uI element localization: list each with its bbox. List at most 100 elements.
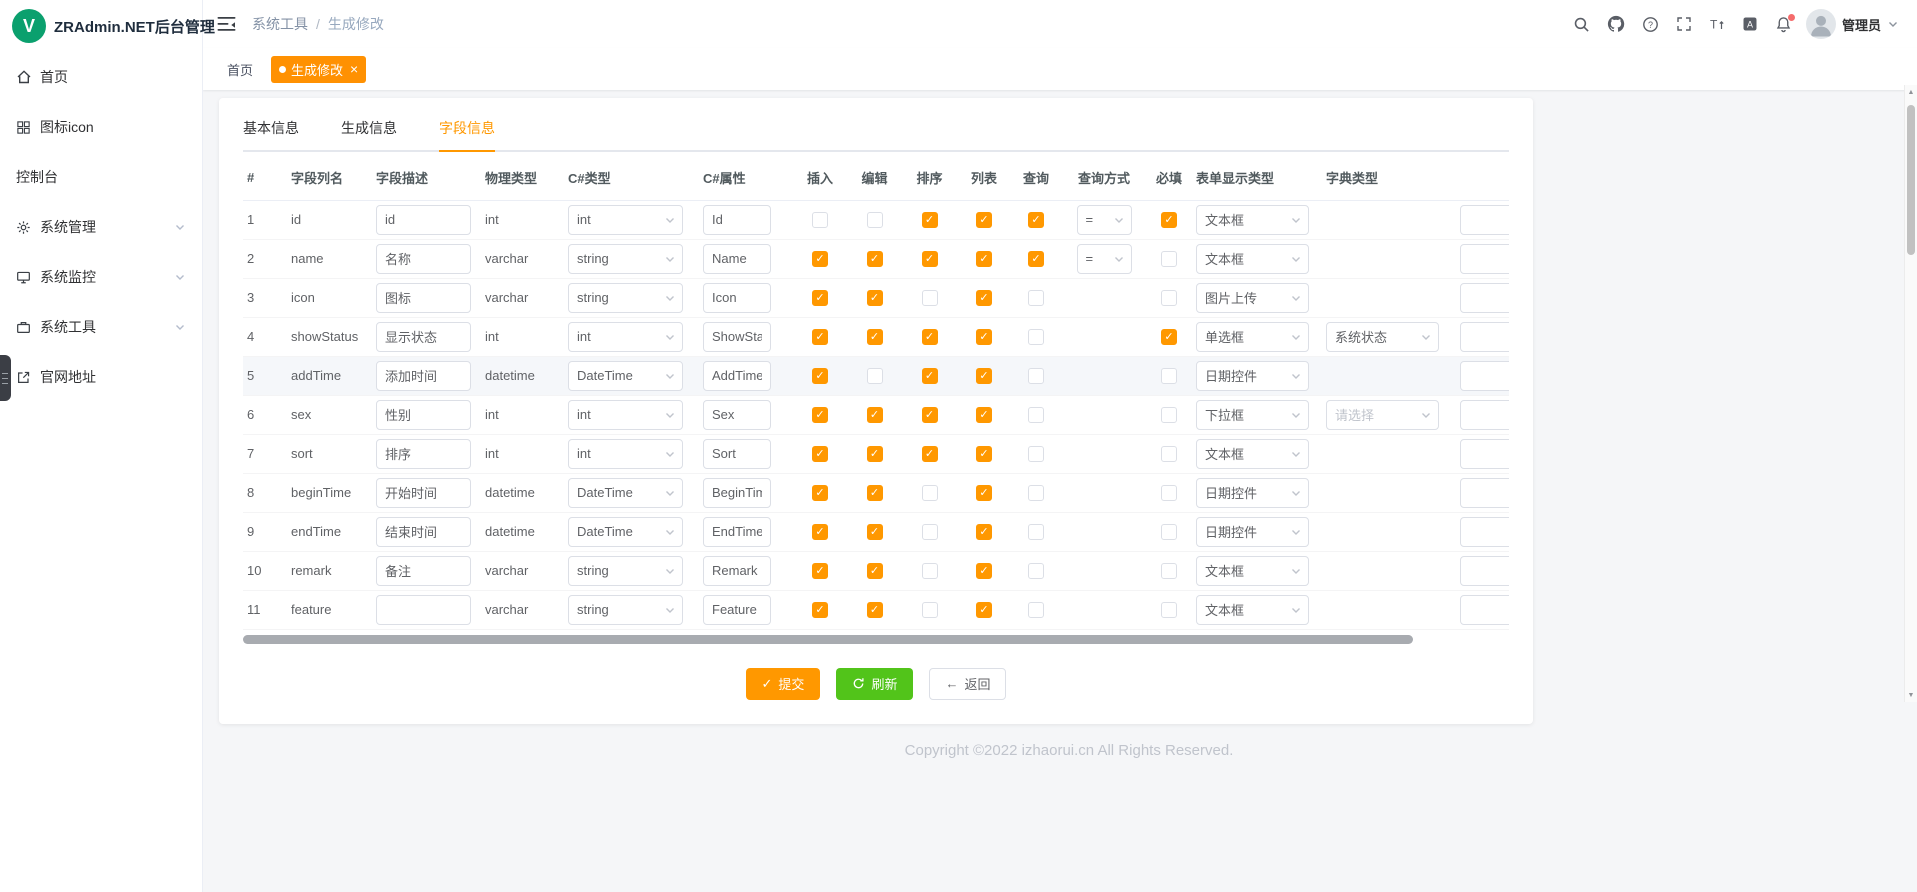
required-checkbox[interactable]: ✓ xyxy=(1161,212,1177,228)
display-type-select[interactable]: 文本框 xyxy=(1196,556,1309,586)
list-checkbox[interactable]: ✓ xyxy=(976,485,992,501)
cs-property-input[interactable] xyxy=(703,595,771,625)
extra-input[interactable] xyxy=(1460,439,1509,469)
query-checkbox[interactable] xyxy=(1028,485,1044,501)
extra-input[interactable] xyxy=(1460,283,1509,313)
cs-type-select[interactable]: int xyxy=(568,439,683,469)
list-checkbox[interactable]: ✓ xyxy=(976,524,992,540)
extra-input[interactable] xyxy=(1460,244,1509,274)
extra-input[interactable] xyxy=(1460,361,1509,391)
insert-checkbox[interactable]: ✓ xyxy=(812,446,828,462)
query-checkbox[interactable] xyxy=(1028,407,1044,423)
cs-type-select[interactable]: string xyxy=(568,595,683,625)
sidebar-item[interactable]: 系统工具 xyxy=(0,302,202,352)
column-desc-input[interactable] xyxy=(376,517,471,547)
extra-input[interactable] xyxy=(1460,322,1509,352)
sidebar-item[interactable]: 图标icon xyxy=(0,102,202,152)
cs-property-input[interactable] xyxy=(703,244,771,274)
column-desc-input[interactable] xyxy=(376,400,471,430)
list-checkbox[interactable]: ✓ xyxy=(976,602,992,618)
required-checkbox[interactable] xyxy=(1161,446,1177,462)
fullscreen-icon[interactable] xyxy=(1676,16,1692,32)
required-checkbox[interactable]: ✓ xyxy=(1161,329,1177,345)
edit-checkbox[interactable]: ✓ xyxy=(867,485,883,501)
column-desc-input[interactable] xyxy=(376,439,471,469)
column-desc-input[interactable] xyxy=(376,595,471,625)
required-checkbox[interactable] xyxy=(1161,524,1177,540)
cs-property-input[interactable] xyxy=(703,283,771,313)
insert-checkbox[interactable]: ✓ xyxy=(812,368,828,384)
github-icon[interactable] xyxy=(1607,15,1625,33)
search-icon[interactable] xyxy=(1573,16,1590,33)
app-logo[interactable]: V ZRAdmin.NET后台管理 xyxy=(0,0,202,52)
extra-input[interactable] xyxy=(1460,205,1509,235)
sort-checkbox[interactable] xyxy=(922,602,938,618)
query-type-select[interactable]: = xyxy=(1077,244,1132,274)
edit-checkbox[interactable]: ✓ xyxy=(867,251,883,267)
query-checkbox[interactable] xyxy=(1028,290,1044,306)
list-checkbox[interactable]: ✓ xyxy=(976,212,992,228)
insert-checkbox[interactable]: ✓ xyxy=(812,329,828,345)
list-checkbox[interactable]: ✓ xyxy=(976,407,992,423)
cs-property-input[interactable] xyxy=(703,517,771,547)
insert-checkbox[interactable]: ✓ xyxy=(812,563,828,579)
cs-type-select[interactable]: DateTime xyxy=(568,517,683,547)
edit-checkbox[interactable]: ✓ xyxy=(867,290,883,306)
edit-checkbox[interactable]: ✓ xyxy=(867,602,883,618)
edit-checkbox[interactable]: ✓ xyxy=(867,563,883,579)
cs-type-select[interactable]: int xyxy=(568,205,683,235)
display-type-select[interactable]: 单选框 xyxy=(1196,322,1309,352)
cs-type-select[interactable]: int xyxy=(568,400,683,430)
column-desc-input[interactable] xyxy=(376,283,471,313)
tag-item[interactable]: 首页 xyxy=(219,56,261,83)
display-type-select[interactable]: 文本框 xyxy=(1196,595,1309,625)
cs-property-input[interactable] xyxy=(703,400,771,430)
tab-item[interactable]: 基本信息 xyxy=(243,108,299,152)
display-type-select[interactable]: 日期控件 xyxy=(1196,478,1309,508)
required-checkbox[interactable] xyxy=(1161,251,1177,267)
insert-checkbox[interactable] xyxy=(812,212,828,228)
column-desc-input[interactable] xyxy=(376,205,471,235)
cs-property-input[interactable] xyxy=(703,361,771,391)
insert-checkbox[interactable]: ✓ xyxy=(812,602,828,618)
cs-type-select[interactable]: string xyxy=(568,283,683,313)
sort-checkbox[interactable] xyxy=(922,290,938,306)
tab-active[interactable]: 字段信息 xyxy=(439,108,495,152)
column-desc-input[interactable] xyxy=(376,244,471,274)
sidebar-item[interactable]: 官网地址 xyxy=(0,352,202,402)
sort-checkbox[interactable]: ✓ xyxy=(922,407,938,423)
sort-checkbox[interactable] xyxy=(922,485,938,501)
list-checkbox[interactable]: ✓ xyxy=(976,329,992,345)
insert-checkbox[interactable]: ✓ xyxy=(812,290,828,306)
cs-type-select[interactable]: DateTime xyxy=(568,361,683,391)
required-checkbox[interactable] xyxy=(1161,563,1177,579)
edit-checkbox[interactable]: ✓ xyxy=(867,329,883,345)
font-size-icon[interactable]: T xyxy=(1709,16,1725,32)
sort-checkbox[interactable]: ✓ xyxy=(922,251,938,267)
user-menu[interactable]: 管理员 xyxy=(1806,9,1899,39)
insert-checkbox[interactable]: ✓ xyxy=(812,251,828,267)
refresh-button[interactable]: 刷新 xyxy=(836,668,913,700)
query-checkbox[interactable]: ✓ xyxy=(1028,251,1044,267)
cs-property-input[interactable] xyxy=(703,556,771,586)
drawer-handle[interactable] xyxy=(0,355,11,401)
edit-checkbox[interactable] xyxy=(867,368,883,384)
sort-checkbox[interactable] xyxy=(922,524,938,540)
list-checkbox[interactable]: ✓ xyxy=(976,290,992,306)
query-checkbox[interactable] xyxy=(1028,329,1044,345)
insert-checkbox[interactable]: ✓ xyxy=(812,485,828,501)
scroll-up-arrow-icon[interactable]: ▲ xyxy=(1905,85,1917,99)
required-checkbox[interactable] xyxy=(1161,485,1177,501)
display-type-select[interactable]: 文本框 xyxy=(1196,439,1309,469)
query-checkbox[interactable] xyxy=(1028,602,1044,618)
submit-button[interactable]: ✓ 提交 xyxy=(746,668,821,700)
query-checkbox[interactable] xyxy=(1028,446,1044,462)
display-type-select[interactable]: 图片上传 xyxy=(1196,283,1309,313)
cs-property-input[interactable] xyxy=(703,322,771,352)
edit-checkbox[interactable]: ✓ xyxy=(867,524,883,540)
edit-checkbox[interactable] xyxy=(867,212,883,228)
query-checkbox[interactable]: ✓ xyxy=(1028,212,1044,228)
cs-property-input[interactable] xyxy=(703,478,771,508)
sort-checkbox[interactable]: ✓ xyxy=(922,368,938,384)
list-checkbox[interactable]: ✓ xyxy=(976,563,992,579)
